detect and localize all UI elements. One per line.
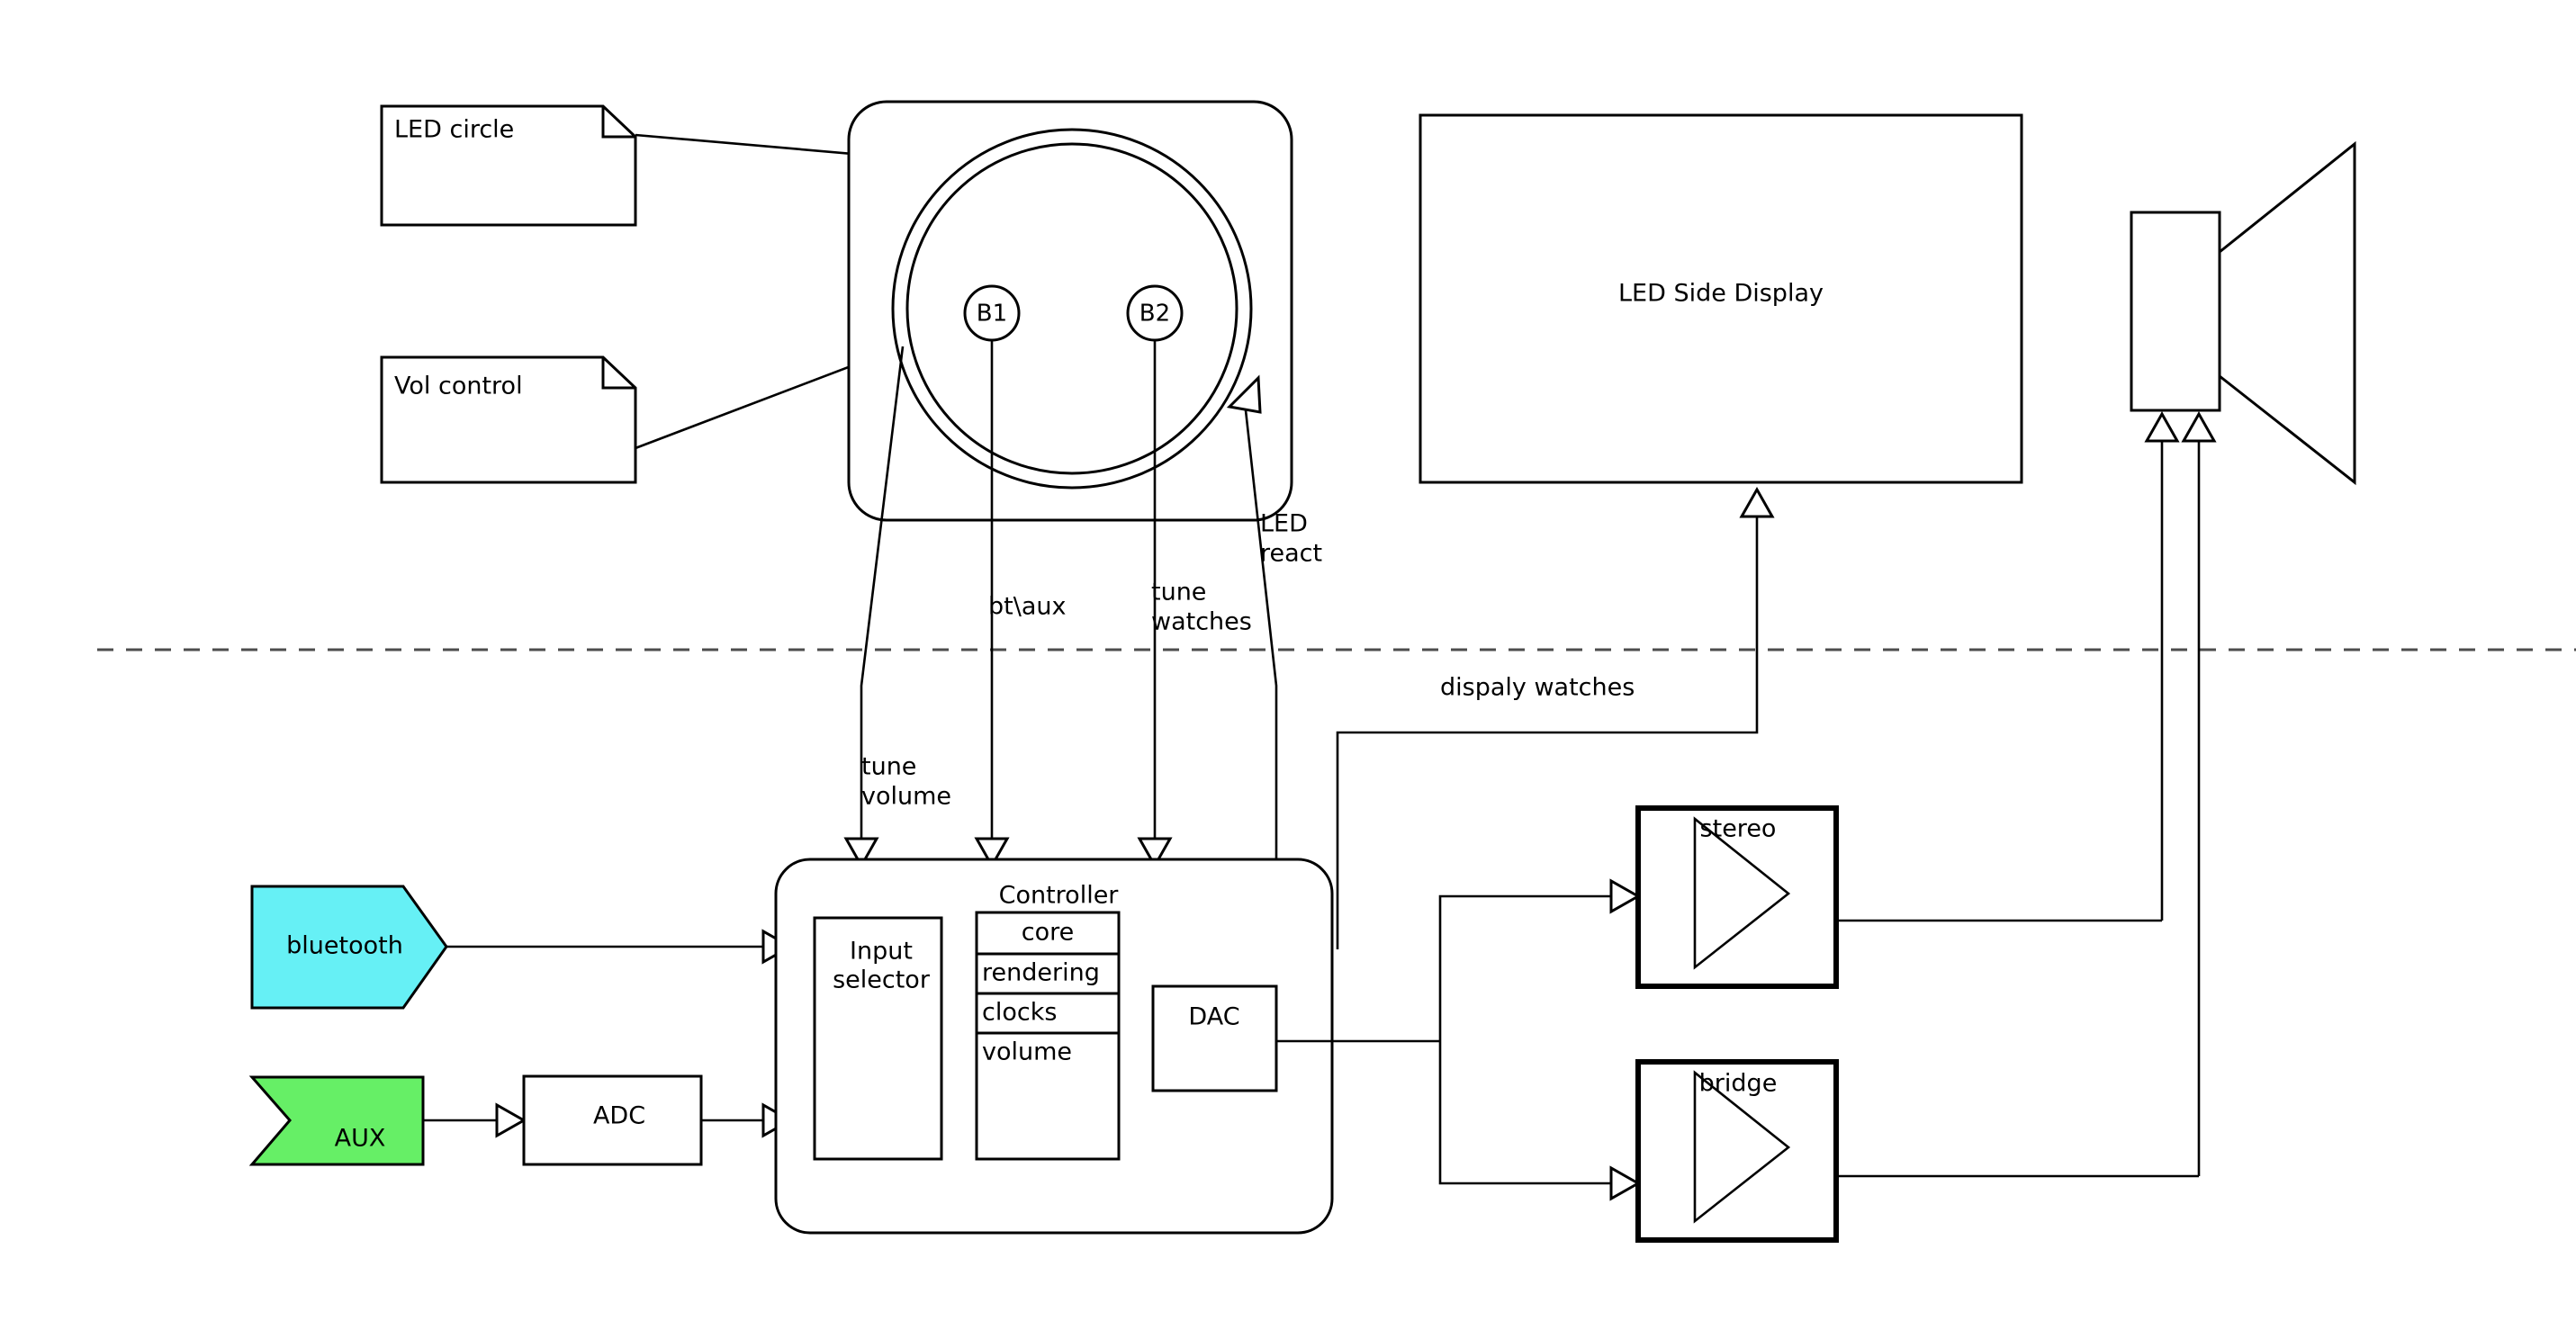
- amplifier-bridge-hit[interactable]: [1638, 1062, 1836, 1240]
- adc-hit[interactable]: [524, 1076, 701, 1164]
- note-vol-control-hit[interactable]: [382, 357, 635, 482]
- signal-tune-volume-line2: volume: [861, 783, 951, 811]
- signal-tune-watches-line2: watches: [1151, 608, 1252, 636]
- button-b1-hit[interactable]: [965, 286, 1019, 340]
- connector-stereo-to-speaker: [2144, 410, 2180, 921]
- connector-aux-adc: [423, 1102, 527, 1138]
- input-aux-hit[interactable]: [252, 1077, 423, 1164]
- amplifier-stereo-hit[interactable]: [1638, 808, 1836, 986]
- signal-tune-watches-line1: tune: [1151, 579, 1206, 607]
- input-bluetooth-hit[interactable]: [252, 886, 446, 1008]
- button-b2-hit[interactable]: [1128, 286, 1182, 340]
- connector-bridge-to-speaker: [2181, 410, 2217, 1176]
- signal-tune-volume-line1: tune: [861, 753, 916, 781]
- signal-led-react-line2: react: [1260, 540, 1322, 568]
- control-panel-hit[interactable]: [849, 102, 1292, 520]
- signal-display-watches-label: dispaly watches: [1440, 674, 1635, 702]
- connector-bluetooth-controller: [446, 929, 794, 965]
- diagram-canvas: LED circle Vol control B1 B2 LED Side Di…: [0, 0, 2576, 1339]
- controller-stack-hit[interactable]: [977, 912, 1119, 1159]
- note-led-circle-hit[interactable]: [382, 106, 635, 225]
- speaker-hit[interactable]: [2131, 144, 2355, 482]
- dac-hit[interactable]: [1153, 986, 1276, 1091]
- input-selector-hit[interactable]: [815, 918, 941, 1159]
- signal-bt-aux-label: bt\aux: [988, 593, 1066, 621]
- led-side-display-hit[interactable]: [1420, 115, 2022, 482]
